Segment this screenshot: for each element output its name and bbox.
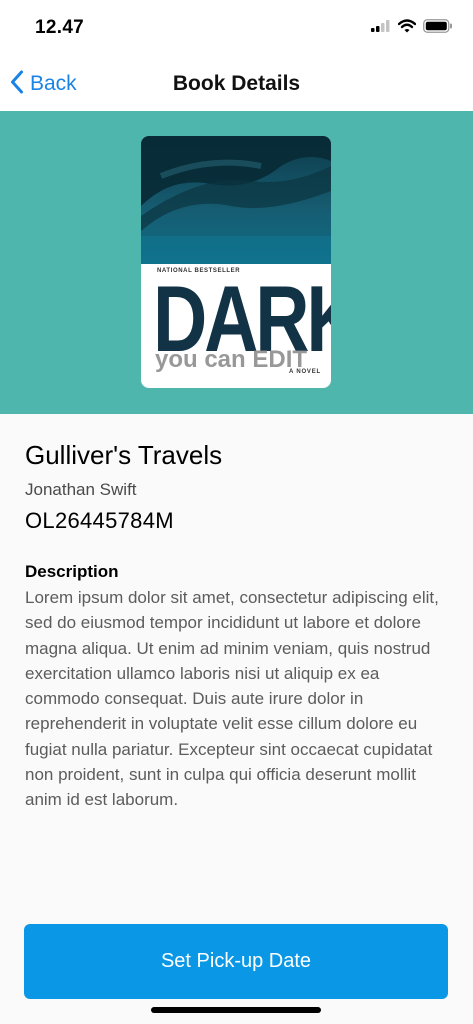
home-indicator[interactable]: [151, 1007, 321, 1013]
book-title: Gulliver's Travels: [25, 440, 223, 470]
battery-icon: [423, 18, 453, 38]
status-time: 12.47: [35, 17, 85, 38]
cover-forest-photo: [141, 136, 331, 264]
navigation-bar: Back Book Details: [0, 56, 473, 112]
status-bar: 12.47: [0, 0, 473, 56]
status-icons: [371, 18, 453, 38]
description-heading: Description: [25, 562, 119, 581]
description-text: Lorem ipsum dolor sit amet, consectetur …: [25, 588, 439, 810]
set-pickup-date-button[interactable]: Set Pick-up Date: [24, 924, 448, 999]
book-id: OL26445784M: [25, 508, 174, 533]
book-author: Jonathan Swift: [25, 480, 137, 499]
cover-novel-label: A NOVEL: [288, 369, 321, 375]
wifi-icon: [397, 18, 417, 38]
cover-subtitle: you can EDIT: [155, 346, 308, 373]
page-title: Book Details: [172, 72, 301, 95]
book-cover-image: NATIONAL BESTSELLER DARK you can EDIT A …: [141, 136, 331, 388]
book-cover-banner: NATIONAL BESTSELLER DARK you can EDIT A …: [0, 111, 473, 414]
signal-icon: [371, 19, 391, 37]
